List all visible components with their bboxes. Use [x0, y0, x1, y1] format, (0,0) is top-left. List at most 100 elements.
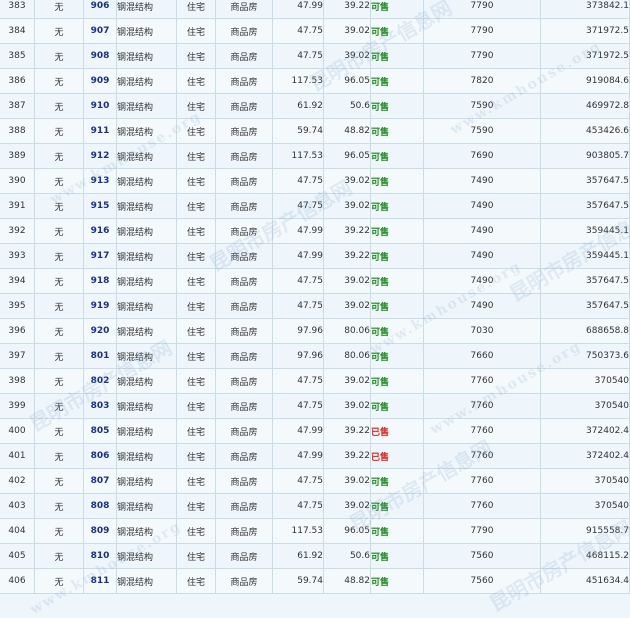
- row-none-mark: 无: [34, 418, 84, 444]
- row-area: 47.75: [272, 43, 324, 69]
- row-room-number: 805: [83, 418, 117, 444]
- row-seq: 399: [0, 393, 35, 419]
- row-use: 住宅: [176, 293, 216, 319]
- row-room-number: 801: [83, 343, 117, 369]
- row-status: 可售: [370, 393, 424, 419]
- row-seq: 401: [0, 443, 35, 469]
- table-row: 401 无 806 钢混结构 住宅 商品房 47.99 39.22 已售 7760 372402.4: [0, 443, 630, 469]
- row-inner-area: 48.82: [323, 118, 371, 144]
- row-room-number: 916: [83, 218, 117, 244]
- table-row: 385 无 908 钢混结构 住宅 商品房 47.75 39.02 可售 7790 371972.5: [0, 43, 630, 69]
- row-unit-price: 7790: [423, 0, 541, 19]
- row-house-type: 商品房: [215, 443, 273, 469]
- row-unit-price: 7030: [423, 318, 541, 344]
- row-house-type: 商品房: [215, 18, 273, 44]
- row-use: 住宅: [176, 143, 216, 169]
- row-use: 住宅: [176, 168, 216, 194]
- row-status: 可售: [370, 218, 424, 244]
- row-use: 住宅: [176, 493, 216, 519]
- row-status: 可售: [370, 293, 424, 319]
- row-house-type: 商品房: [215, 0, 273, 19]
- row-area: 47.75: [272, 468, 324, 494]
- row-use: 住宅: [176, 68, 216, 94]
- row-none-mark: 无: [34, 68, 84, 94]
- row-unit-price: 7490: [423, 168, 541, 194]
- row-room-number: 810: [83, 543, 117, 569]
- row-use: 住宅: [176, 0, 216, 19]
- row-status: 可售: [370, 118, 424, 144]
- row-structure: 钢混结构: [116, 343, 177, 369]
- row-inner-area: 39.22: [323, 218, 371, 244]
- row-total-price: 468115.2: [540, 543, 630, 569]
- row-none-mark: 无: [34, 543, 84, 569]
- table-row: 388 无 911 钢混结构 住宅 商品房 59.74 48.82 可售 7590 453426.6: [0, 118, 630, 144]
- row-use: 住宅: [176, 543, 216, 569]
- row-inner-area: 39.02: [323, 368, 371, 394]
- row-seq: 388: [0, 118, 35, 144]
- row-total-price: 469972.8: [540, 93, 630, 119]
- row-none-mark: 无: [34, 93, 84, 119]
- row-house-type: 商品房: [215, 318, 273, 344]
- row-use: 住宅: [176, 318, 216, 344]
- row-inner-area: 39.02: [323, 493, 371, 519]
- row-none-mark: 无: [34, 168, 84, 194]
- row-seq: 384: [0, 18, 35, 44]
- row-total-price: 915558.7: [540, 518, 630, 544]
- row-status: 可售: [370, 343, 424, 369]
- table-row: 391 无 915 钢混结构 住宅 商品房 47.75 39.02 可售 7490 357647.5: [0, 193, 630, 219]
- row-status: 可售: [370, 318, 424, 344]
- row-total-price: 370540: [540, 493, 630, 519]
- row-unit-price: 7590: [423, 118, 541, 144]
- row-none-mark: 无: [34, 343, 84, 369]
- row-house-type: 商品房: [215, 268, 273, 294]
- row-none-mark: 无: [34, 268, 84, 294]
- row-inner-area: 96.05: [323, 518, 371, 544]
- row-none-mark: 无: [34, 218, 84, 244]
- row-house-type: 商品房: [215, 93, 273, 119]
- row-inner-area: 39.02: [323, 18, 371, 44]
- row-total-price: 373842.1: [540, 0, 630, 19]
- row-status: 可售: [370, 168, 424, 194]
- row-seq: 395: [0, 293, 35, 319]
- row-house-type: 商品房: [215, 293, 273, 319]
- row-total-price: 357647.5: [540, 268, 630, 294]
- row-total-price: 370540: [540, 368, 630, 394]
- row-area: 47.75: [272, 293, 324, 319]
- row-room-number: 908: [83, 43, 117, 69]
- row-structure: 钢混结构: [116, 43, 177, 69]
- row-unit-price: 7560: [423, 568, 541, 594]
- row-inner-area: 48.82: [323, 568, 371, 594]
- row-use: 住宅: [176, 568, 216, 594]
- row-house-type: 商品房: [215, 343, 273, 369]
- row-status: 可售: [370, 193, 424, 219]
- row-none-mark: 无: [34, 493, 84, 519]
- row-use: 住宅: [176, 93, 216, 119]
- row-seq: 383: [0, 0, 35, 19]
- row-structure: 钢混结构: [116, 0, 177, 19]
- row-total-price: 688658.8: [540, 318, 630, 344]
- row-status: 可售: [370, 543, 424, 569]
- row-structure: 钢混结构: [116, 468, 177, 494]
- row-none-mark: 无: [34, 568, 84, 594]
- row-use: 住宅: [176, 243, 216, 269]
- row-unit-price: 7490: [423, 218, 541, 244]
- row-none-mark: 无: [34, 43, 84, 69]
- row-none-mark: 无: [34, 18, 84, 44]
- row-house-type: 商品房: [215, 143, 273, 169]
- row-area: 59.74: [272, 568, 324, 594]
- row-seq: 392: [0, 218, 35, 244]
- row-unit-price: 7760: [423, 493, 541, 519]
- row-structure: 钢混结构: [116, 543, 177, 569]
- row-status: 可售: [370, 18, 424, 44]
- row-status: 可售: [370, 143, 424, 169]
- row-structure: 钢混结构: [116, 168, 177, 194]
- row-structure: 钢混结构: [116, 368, 177, 394]
- row-status: 可售: [370, 243, 424, 269]
- row-room-number: 807: [83, 468, 117, 494]
- row-house-type: 商品房: [215, 568, 273, 594]
- row-status: 可售: [370, 518, 424, 544]
- row-seq: 390: [0, 168, 35, 194]
- row-area: 47.75: [272, 18, 324, 44]
- table-row: 393 无 917 钢混结构 住宅 商品房 47.99 39.22 可售 7490 359445.1: [0, 243, 630, 269]
- row-area: 117.53: [272, 518, 324, 544]
